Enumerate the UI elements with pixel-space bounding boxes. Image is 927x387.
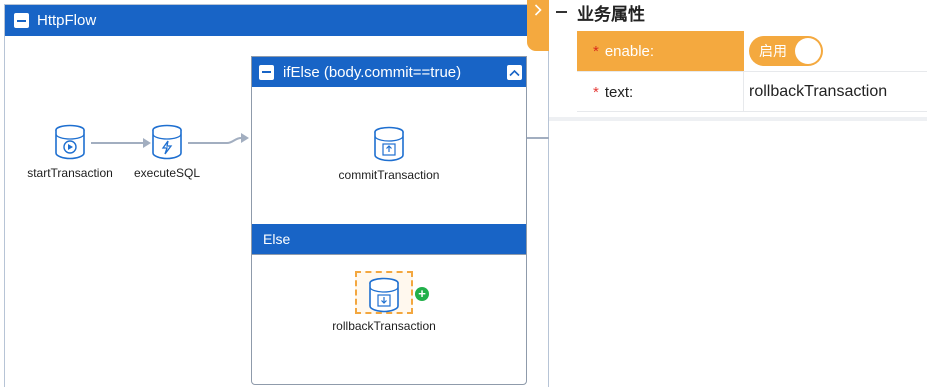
else-branch-header: Else [252,224,526,254]
text-value-field[interactable]: rollbackTransaction [749,83,887,101]
chevron-up-icon[interactable] [507,65,522,80]
panel-title: 业务属性 [577,4,645,24]
switch-knob [795,38,821,64]
panel-toggle-button[interactable] [527,0,549,51]
ifelse-collapse-button[interactable] [259,64,274,80]
collapse-minus-icon[interactable] [556,11,567,13]
flow-header: HttpFlow [5,5,548,36]
property-label-cell: * text: [577,72,744,112]
node-label: rollbackTransaction [332,319,436,333]
ifelse-header: ifElse (body.commit==true) [252,57,526,87]
flow-canvas[interactable]: HttpFlow startTransaction executeSQL ifE… [4,4,550,387]
panel-section-footer [549,117,927,121]
property-panel: 业务属性 * enable: 启用 * text: rollbackTransa… [549,0,927,387]
db-rollback-icon [369,277,399,313]
chevron-right-icon [534,4,542,16]
node-execute-sql[interactable]: executeSQL [107,124,227,180]
required-marker: * [593,83,599,101]
property-label-cell: * enable: [577,31,744,71]
property-label: enable: [604,42,655,60]
property-value-cell[interactable]: rollbackTransaction [744,72,927,112]
required-marker: * [593,42,599,60]
flow-collapse-button[interactable] [14,13,29,28]
property-row-text: * text: rollbackTransaction [577,72,927,112]
app-root: HttpFlow startTransaction executeSQL ifE… [0,0,927,387]
add-node-icon[interactable]: + [415,287,429,301]
node-commit-transaction[interactable]: commitTransaction [314,126,464,182]
db-lightning-icon [152,124,182,160]
property-row-enable: * enable: 启用 [577,31,927,71]
node-label: commitTransaction [338,168,440,182]
db-commit-icon [374,126,404,162]
node-label: executeSQL [133,166,201,180]
ifelse-title: ifElse (body.commit==true) [283,63,462,81]
db-play-icon [55,124,85,160]
ifelse-container[interactable]: ifElse (body.commit==true) commitTransac… [251,56,527,385]
enable-toggle-switch[interactable]: 启用 [749,36,823,66]
arrowhead-execute-ifelse [241,133,249,143]
node-rollback-transaction[interactable]: rollbackTransaction [309,277,459,333]
else-label: Else [263,231,291,247]
property-label: text: [604,83,634,101]
else-separator [252,254,526,255]
flow-title: HttpFlow [37,12,97,29]
property-value-cell: 启用 [744,31,927,71]
switch-text: 启用 [759,43,787,59]
panel-section-header[interactable]: 业务属性 [556,2,645,24]
